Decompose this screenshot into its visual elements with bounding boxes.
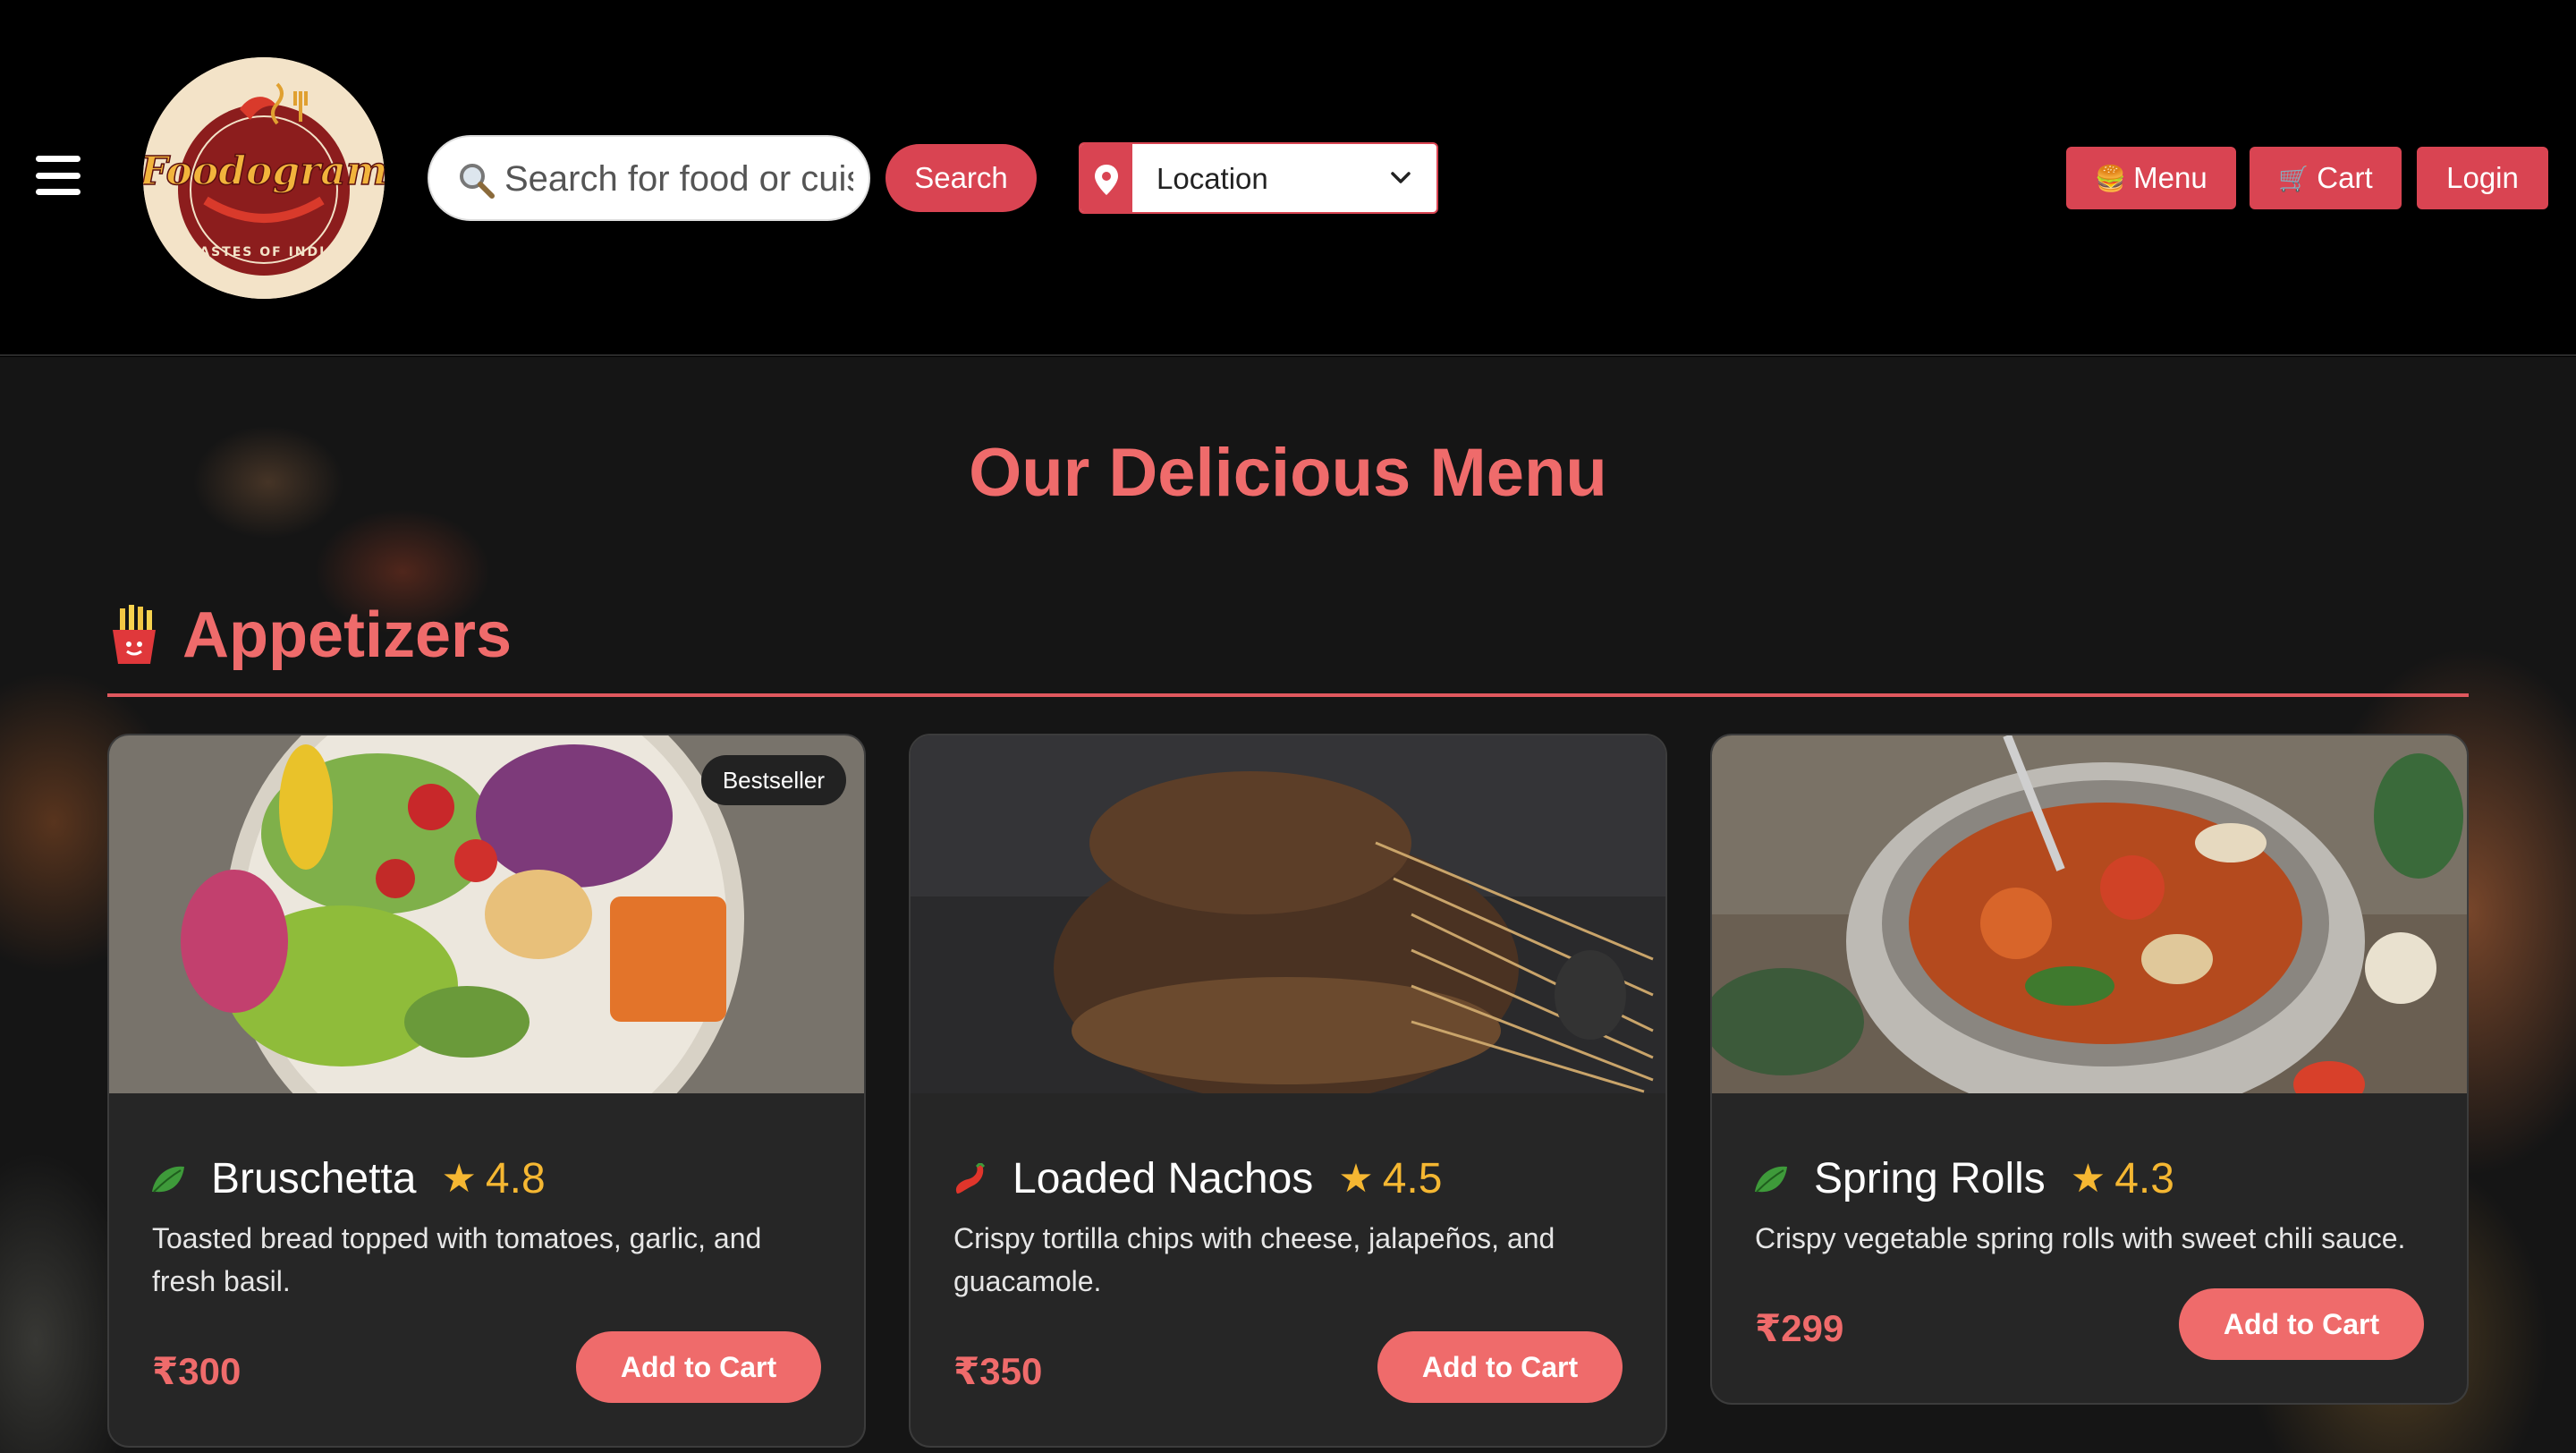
location-select[interactable]: Location — [1079, 142, 1438, 214]
star-icon: ★ — [441, 1156, 477, 1202]
menu-page: Our Delicious Menu Appetizers Bestseller… — [0, 357, 2576, 1453]
dish-description: Toasted bread topped with tomatoes, garl… — [152, 1222, 762, 1297]
dish-price: ₹350 — [953, 1350, 1043, 1392]
chili-icon — [955, 1162, 986, 1194]
add-to-cart-button[interactable]: Add to Cart — [2179, 1288, 2424, 1360]
dish-description: Crispy vegetable spring rolls with sweet… — [1755, 1222, 2406, 1254]
nav-login-label: Login — [2446, 161, 2519, 194]
menu-card: Bestseller Bruschetta ★ 4.8 Toasted brea… — [107, 734, 866, 1448]
leaf-icon — [1755, 1166, 1787, 1193]
menu-card: Spring Rolls ★ 4.3 Crispy vegetable spri… — [1710, 734, 2469, 1405]
dish-header: Loaded Nachos ★ 4.5 — [952, 1154, 1442, 1203]
nav-menu-label: Menu — [2133, 161, 2207, 194]
dish-name: Spring Rolls — [1814, 1155, 2046, 1202]
dish-name: Bruschetta — [211, 1155, 417, 1202]
site-header: Foodogram TASTES OF INDIA Search Locatio… — [0, 0, 2576, 356]
dish-header: Spring Rolls ★ 4.3 — [1753, 1154, 2174, 1203]
dish-rating: 4.8 — [485, 1155, 546, 1202]
dish-image — [911, 735, 1665, 1093]
dish-description: Crispy tortilla chips with cheese, jalap… — [953, 1222, 1555, 1297]
leaf-icon — [152, 1166, 184, 1193]
section-divider — [107, 693, 2469, 697]
foodogram-logo[interactable]: Foodogram TASTES OF INDIA — [143, 57, 385, 299]
bestseller-badge: Bestseller — [700, 755, 846, 805]
dish-rating: 4.5 — [1382, 1155, 1443, 1202]
cart-icon: 🛒 — [2278, 163, 2310, 193]
menu-card: Loaded Nachos ★ 4.5 Crispy tortilla chip… — [909, 734, 1667, 1448]
nav-cart-button[interactable]: 🛒 Cart — [2250, 147, 2402, 209]
search-icon — [460, 164, 495, 199]
fries-icon — [113, 605, 156, 664]
dish-price: ₹299 — [1755, 1307, 1844, 1349]
logo-emblem: Foodogram TASTES OF INDIA — [143, 57, 385, 299]
search-input[interactable] — [504, 149, 853, 208]
nav-login-button[interactable]: Login — [2417, 147, 2548, 209]
dish-name: Loaded Nachos — [1013, 1155, 1314, 1202]
chevron-down-icon — [1391, 172, 1411, 183]
search-button[interactable]: Search — [886, 144, 1037, 212]
star-icon: ★ — [1338, 1156, 1374, 1202]
dish-price: ₹300 — [152, 1350, 242, 1392]
nav-cart-label: Cart — [2317, 161, 2373, 194]
dish-header: Bruschetta ★ 4.8 — [150, 1154, 546, 1203]
star-icon: ★ — [2070, 1156, 2106, 1202]
svg-text:Foodogram: Foodogram — [143, 149, 385, 194]
burger-icon: 🍔 — [2095, 163, 2127, 193]
location-pin-icon — [1080, 144, 1132, 212]
dish-image: Bestseller — [109, 735, 864, 1093]
section-header: Appetizers — [107, 599, 512, 672]
page-title: Our Delicious Menu — [969, 435, 1607, 511]
add-to-cart-button[interactable]: Add to Cart — [576, 1331, 821, 1403]
search-field[interactable] — [428, 135, 870, 221]
svg-text:TASTES OF INDIA: TASTES OF INDIA — [191, 245, 337, 259]
dish-rating: 4.3 — [2114, 1155, 2174, 1202]
section-title: Appetizers — [182, 599, 513, 671]
hamburger-menu-icon[interactable] — [36, 156, 80, 195]
location-label: Location — [1157, 162, 1268, 195]
add-to-cart-button[interactable]: Add to Cart — [1377, 1331, 1623, 1403]
nav-menu-button[interactable]: 🍔 Menu — [2066, 147, 2236, 209]
dish-image — [1712, 735, 2467, 1093]
